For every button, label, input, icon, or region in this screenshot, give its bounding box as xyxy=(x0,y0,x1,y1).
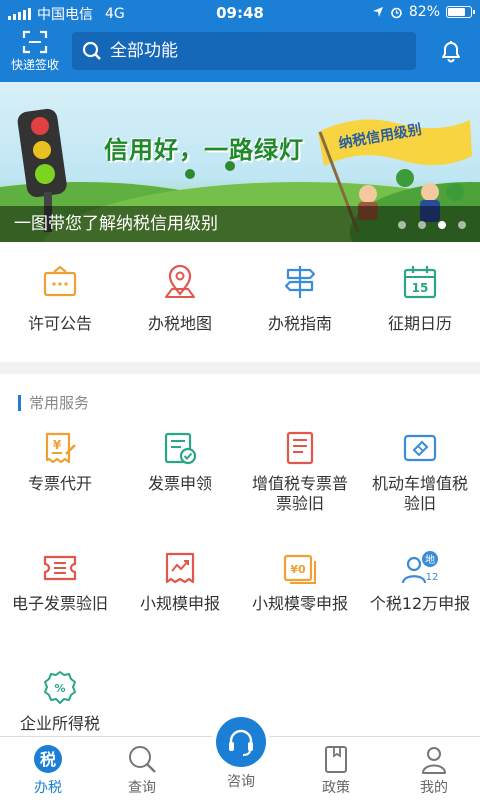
service-label: 小规模申报 xyxy=(139,594,220,613)
headset-icon xyxy=(229,729,253,756)
search-bar[interactable] xyxy=(72,32,416,70)
battery-percent: 82% xyxy=(408,4,440,20)
svg-text:地: 地 xyxy=(425,553,435,566)
tab-label: 办税 xyxy=(34,780,62,796)
alarm-icon xyxy=(391,7,402,18)
tab-consult[interactable]: 咨询 xyxy=(216,717,266,791)
service-label: 专票代开 xyxy=(27,474,92,493)
search-icon xyxy=(129,746,156,773)
tab-mine[interactable]: 我的 xyxy=(394,743,474,797)
search-icon xyxy=(82,41,101,60)
e-invoice-icon xyxy=(43,555,77,581)
small-scale-report-icon xyxy=(165,552,195,584)
notification-button[interactable] xyxy=(438,38,464,68)
app-header: 快递签收 xyxy=(0,26,480,82)
search-input[interactable] xyxy=(110,41,400,61)
tab-tax[interactable]: 税 办税 xyxy=(8,743,88,797)
quick-item-tax-guide[interactable]: 办税指南 xyxy=(240,242,360,362)
invoice-apply-icon xyxy=(164,432,197,465)
tab-label: 我的 xyxy=(420,780,448,796)
carousel-dot[interactable] xyxy=(458,221,466,229)
svg-text:%: % xyxy=(54,682,65,695)
promo-banner[interactable]: 信用好，一路绿灯 纳税信用级别 一图带您了解纳税信用级别 xyxy=(0,82,480,242)
svg-text:税: 税 xyxy=(40,750,56,769)
quick-item-license-notice[interactable]: 许可公告 xyxy=(0,242,120,362)
quick-access-row: 许可公告 办税地图 办税指南 15 征期日历 xyxy=(0,242,480,362)
signpost-icon xyxy=(284,266,316,298)
announcement-icon xyxy=(43,265,77,297)
map-pin-icon xyxy=(165,264,195,298)
services-grid: ¥ 专票代开 发票申领 增值税专票普票验旧 机动车增值税验旧 电子发票验旧 小规… xyxy=(0,430,480,736)
svg-text:¥0: ¥0 xyxy=(290,563,306,576)
book-icon xyxy=(325,746,347,773)
consult-button[interactable] xyxy=(216,717,266,767)
service-e-invoice-verify[interactable]: 电子发票验旧 xyxy=(0,550,120,670)
service-label: 发票申领 xyxy=(147,474,212,493)
quick-item-label: 办税指南 xyxy=(267,314,332,333)
quick-item-label: 办税地图 xyxy=(147,314,212,333)
carousel-dot[interactable] xyxy=(398,221,406,229)
service-zero-report[interactable]: ¥0 小规模零申报 xyxy=(240,550,360,670)
service-label: 电子发票验旧 xyxy=(11,594,108,613)
zero-report-icon: ¥0 xyxy=(283,554,316,584)
service-label: 企业所得税 xyxy=(19,714,100,733)
tax-icon: 税 xyxy=(34,745,62,773)
status-bar: 中国电信 4G 09:48 82% xyxy=(0,0,480,26)
tab-label: 政策 xyxy=(322,780,350,796)
service-label: 机动车增值税验旧 xyxy=(371,474,468,513)
quick-item-tax-map[interactable]: 办税地图 xyxy=(120,242,240,362)
calendar-day: 15 xyxy=(412,281,429,295)
calendar-icon: 15 xyxy=(403,266,437,299)
service-vehicle-vat-verify[interactable]: 机动车增值税验旧 xyxy=(360,430,480,550)
quick-item-label: 许可公告 xyxy=(27,314,92,333)
bell-icon xyxy=(442,41,460,63)
scan-label: 快递签收 xyxy=(10,58,59,72)
carousel-dot[interactable] xyxy=(438,221,446,229)
battery-icon xyxy=(446,6,475,18)
carousel-indicator xyxy=(398,221,466,229)
common-services-section: 常用服务 ¥ 专票代开 发票申领 增值税专票普票验旧 机动车增值税验旧 电子发票… xyxy=(0,374,480,736)
tab-label: 咨询 xyxy=(227,774,255,790)
service-label: 小规模零申报 xyxy=(251,594,348,613)
quick-item-label: 征期日历 xyxy=(387,314,452,333)
tab-query[interactable]: 查询 xyxy=(102,743,182,797)
scan-icon xyxy=(22,30,48,54)
location-arrow-icon xyxy=(372,7,383,17)
svg-text:¥: ¥ xyxy=(53,438,62,452)
tab-label: 查询 xyxy=(128,780,156,796)
service-label: 增值税专票普票验旧 xyxy=(251,474,348,513)
income-tax-icon: 地 12 xyxy=(401,551,439,584)
corporate-tax-icon: % xyxy=(44,671,76,704)
section-title: 常用服务 xyxy=(18,392,89,413)
service-special-invoice-issue[interactable]: ¥ 专票代开 xyxy=(0,430,120,550)
service-invoice-apply[interactable]: 发票申领 xyxy=(120,430,240,550)
invoice-issue-icon: ¥ xyxy=(45,432,76,464)
service-small-scale-report[interactable]: 小规模申报 xyxy=(120,550,240,670)
service-income-tax-report[interactable]: 地 12 个税12万申报 xyxy=(360,550,480,670)
tab-policy[interactable]: 政策 xyxy=(296,743,376,797)
banner-caption: 一图带您了解纳税信用级别 xyxy=(14,214,218,234)
quick-item-tax-calendar[interactable]: 15 征期日历 xyxy=(360,242,480,362)
user-icon xyxy=(422,747,446,774)
vehicle-invoice-icon xyxy=(403,434,437,462)
scan-button[interactable]: 快递签收 xyxy=(6,28,64,78)
service-corporate-income-tax[interactable]: % 企业所得税 xyxy=(0,670,120,736)
vat-verify-icon xyxy=(286,431,314,465)
bottom-tab-bar: 税 办税 查询 咨询 政策 我的 xyxy=(0,717,480,800)
svg-text:12: 12 xyxy=(426,572,439,583)
service-vat-invoice-verify[interactable]: 增值税专票普票验旧 xyxy=(240,430,360,550)
service-label: 个税12万申报 xyxy=(369,594,471,613)
carousel-dot[interactable] xyxy=(418,221,426,229)
banner-slogan: 信用好，一路绿灯 xyxy=(104,136,304,164)
